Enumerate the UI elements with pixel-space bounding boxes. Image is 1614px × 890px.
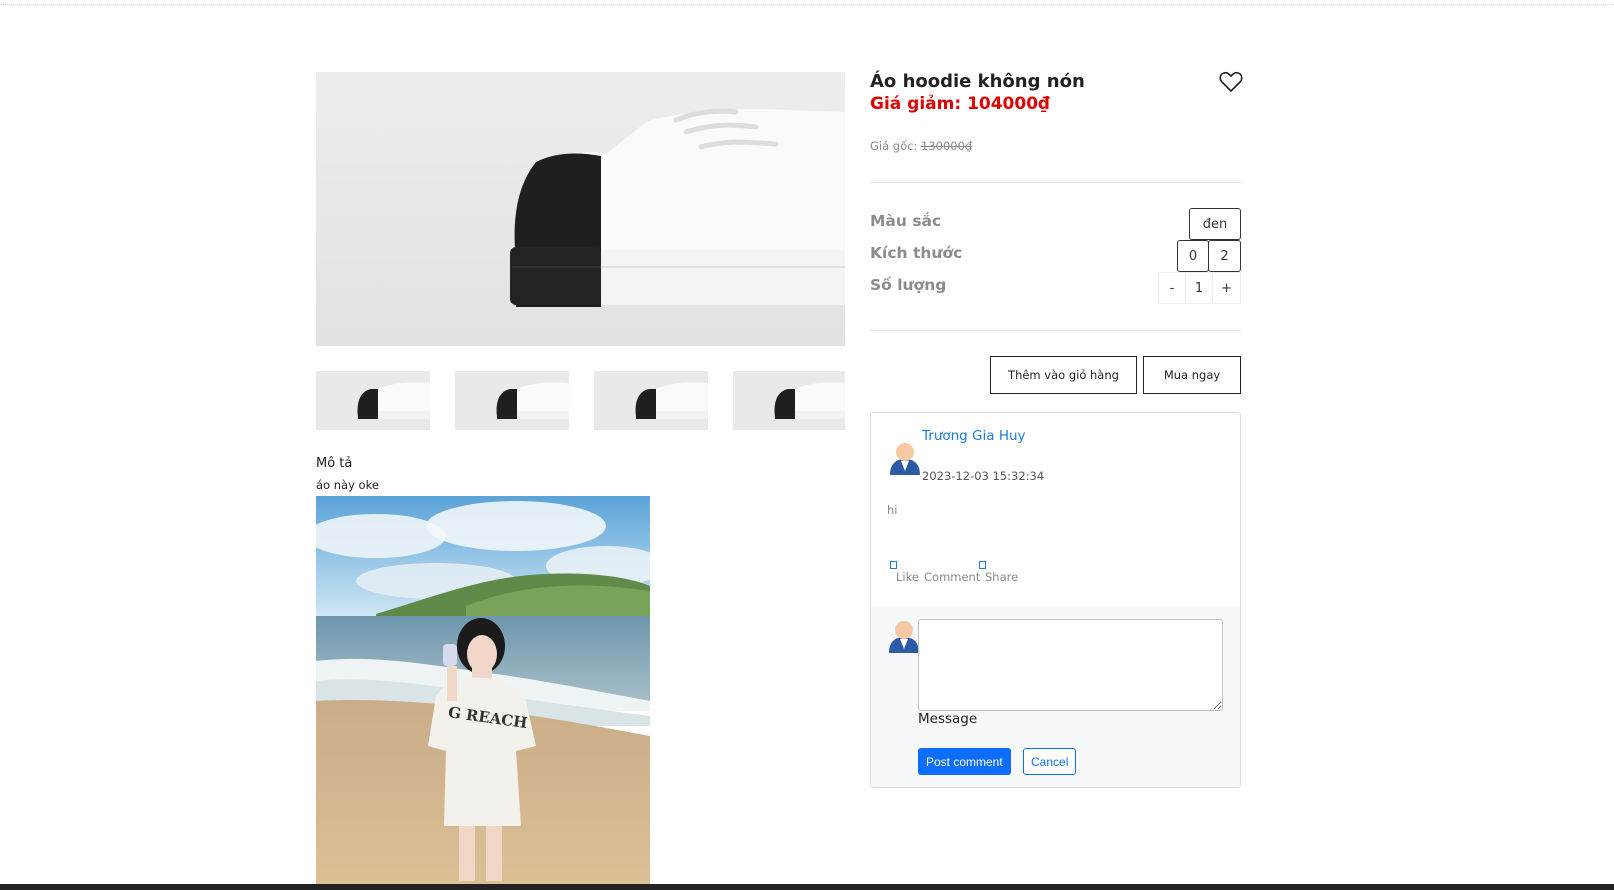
thumbnail-2[interactable] <box>455 371 569 430</box>
size-label: Kích thước <box>870 244 963 262</box>
heart-icon[interactable] <box>1219 71 1243 93</box>
quantity-input[interactable]: 1 <box>1185 272 1213 304</box>
thumbnail-4[interactable] <box>733 371 845 430</box>
qty-decrement-button[interactable]: - <box>1158 272 1186 304</box>
original-price-label: Giá gốc: <box>870 139 921 153</box>
top-divider <box>0 4 1614 5</box>
add-to-cart-button[interactable]: Thêm vào giỏ hàng <box>990 356 1137 394</box>
thumbnail-1[interactable] <box>316 371 430 430</box>
color-option[interactable]: đen <box>1189 208 1241 240</box>
quantity-label: Số lượng <box>870 276 947 294</box>
share-icon <box>979 561 986 569</box>
comment-button[interactable]: Comment <box>924 570 980 584</box>
original-price: Giá gốc: 130000₫ <box>870 139 972 153</box>
buy-now-button[interactable]: Mua ngay <box>1143 356 1241 394</box>
size-option-2[interactable]: 2 <box>1208 240 1241 272</box>
divider <box>870 330 1241 331</box>
like-icon <box>890 561 897 569</box>
avatar <box>889 441 921 475</box>
description-text: áo này oke <box>316 478 379 492</box>
post-comment-button[interactable]: Post comment <box>918 748 1011 775</box>
like-button[interactable]: Like <box>896 570 919 584</box>
avatar <box>888 619 920 653</box>
comment-textarea[interactable] <box>918 619 1223 711</box>
divider <box>870 182 1241 183</box>
original-price-value: 130000₫ <box>921 139 973 153</box>
size-option-0[interactable]: 0 <box>1177 240 1209 272</box>
qty-increment-button[interactable]: + <box>1212 272 1241 304</box>
comment-author[interactable]: Trương Gia Huy <box>922 428 1026 444</box>
comment-date: 2023-12-03 15:32:34 <box>922 469 1045 483</box>
comment-card: Trương Gia Huy 2023-12-03 15:32:34 hi Li… <box>870 412 1241 788</box>
description-title: Mô tả <box>316 456 353 471</box>
thumbnail-3[interactable] <box>594 371 708 430</box>
product-title: Áo hoodie không nón <box>870 71 1085 92</box>
product-main-image <box>316 72 845 346</box>
description-photo: G REACH <box>316 496 650 884</box>
cancel-button[interactable]: Cancel <box>1023 748 1077 775</box>
thumbnail-strip <box>316 371 845 430</box>
comment-text: hi <box>887 503 898 517</box>
message-label: Message <box>918 711 978 727</box>
footer-bar <box>0 884 1614 890</box>
share-button[interactable]: Share <box>985 570 1018 584</box>
sale-price: Giá giảm: 104000₫ <box>870 94 1050 114</box>
color-label: Màu sắc <box>870 212 942 230</box>
